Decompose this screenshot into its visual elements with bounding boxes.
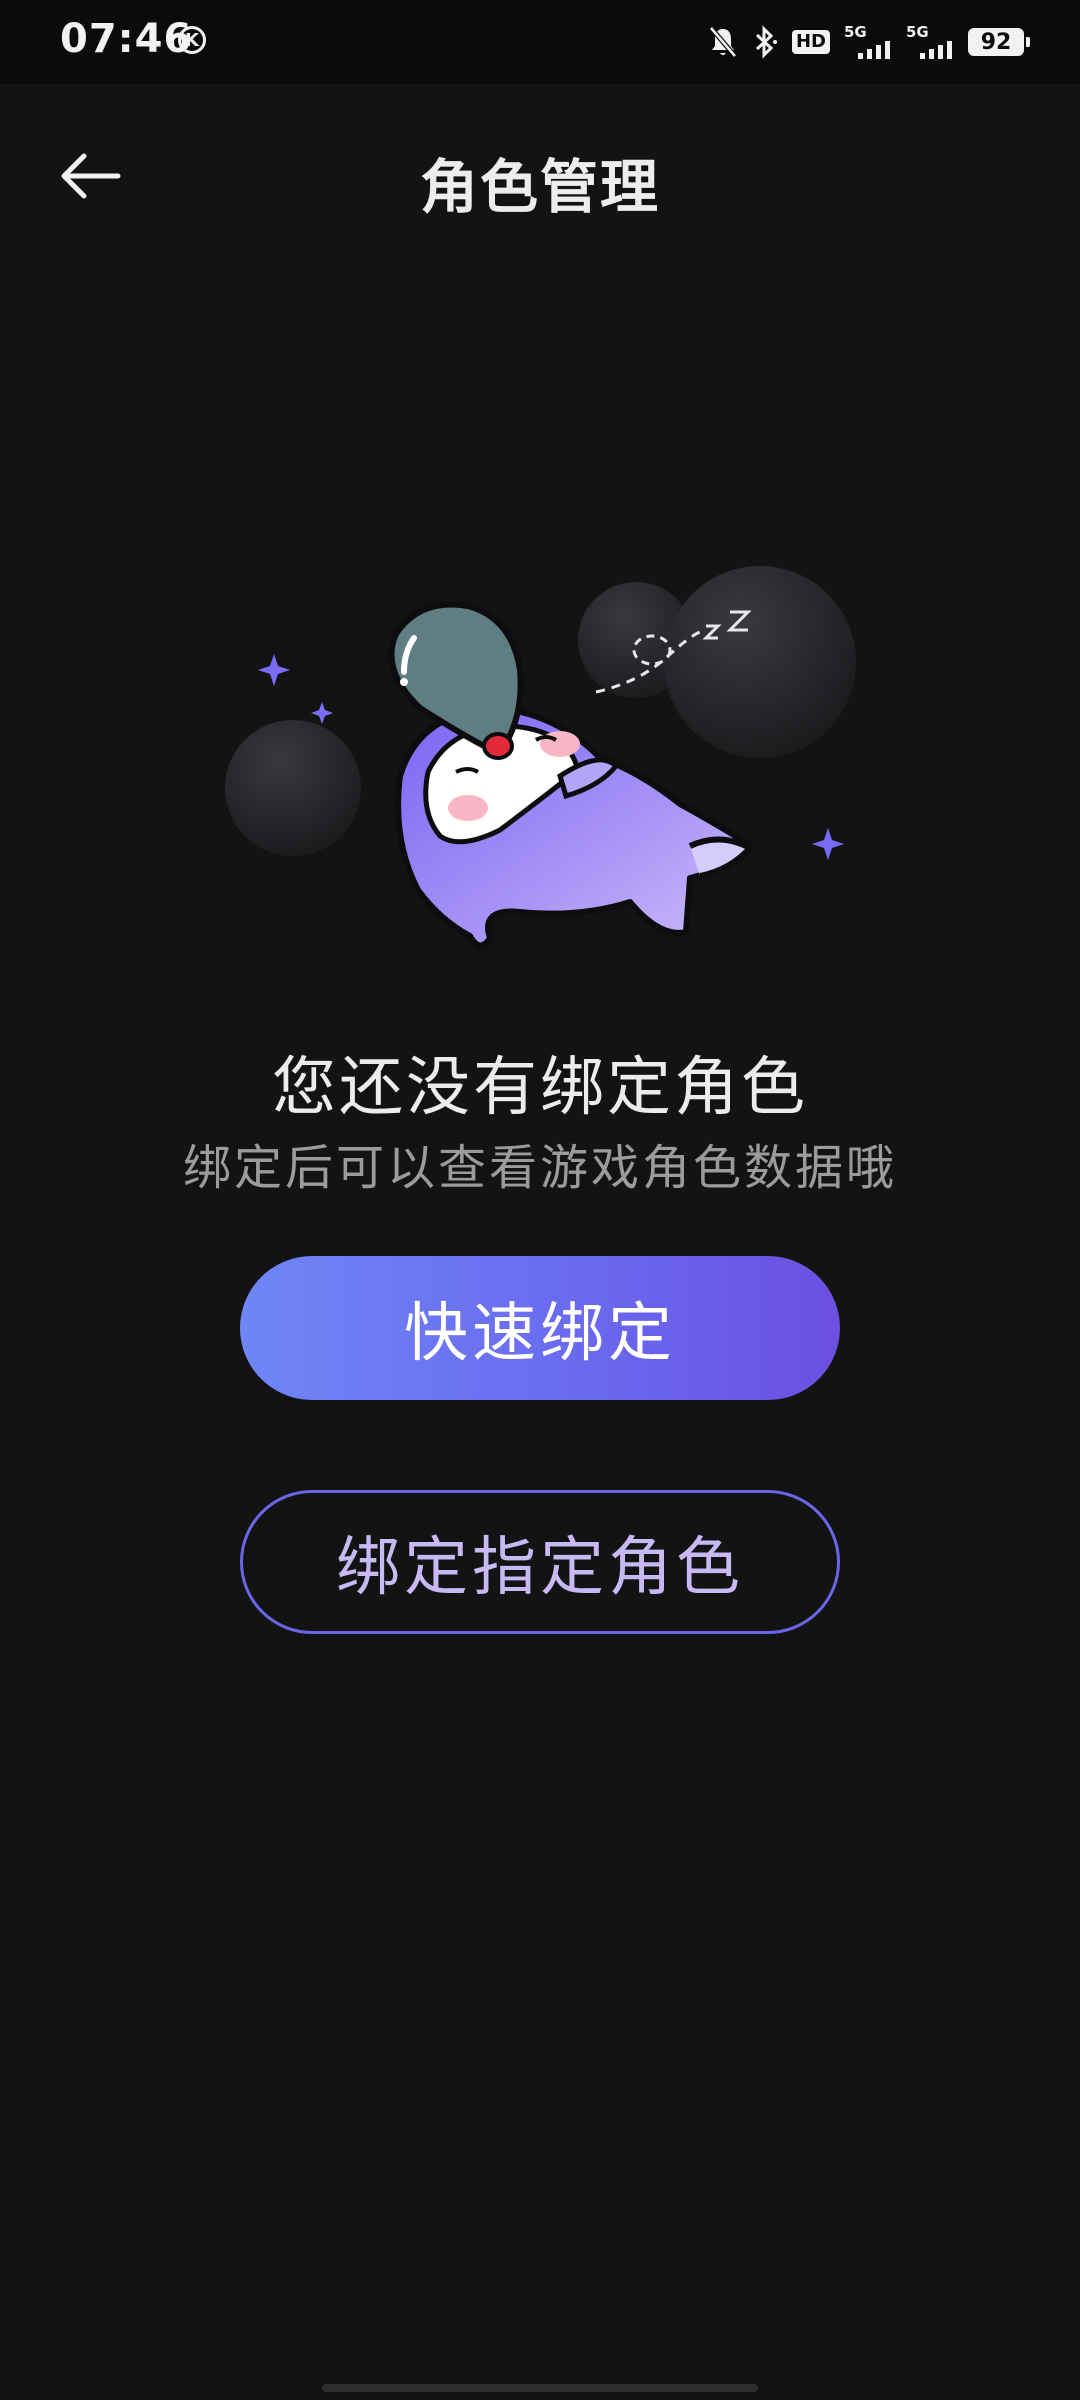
planet-left <box>225 720 361 856</box>
sparkle-icon <box>258 654 290 686</box>
status-bar: 07:46 K HD 5G 5G 92 <box>0 0 1080 84</box>
signal-5g-icon: 5G <box>906 23 954 61</box>
quick-bind-button[interactable]: 快速绑定 <box>240 1256 840 1400</box>
bluetooth-icon <box>755 25 777 59</box>
battery-icon: 92 <box>968 28 1030 56</box>
empty-state-title: 您还没有绑定角色 <box>272 1051 808 1125</box>
sparkle-icon <box>311 702 333 724</box>
planet-right-large <box>664 566 856 758</box>
k-badge-icon: K <box>178 26 206 54</box>
empty-state-subtitle: 绑定后可以查看游戏角色数据哦 <box>182 1140 897 1196</box>
sleeping-mascot-illustration <box>225 566 856 949</box>
page-title: 角色管理 <box>419 153 660 221</box>
hd-voice-icon: HD <box>791 30 830 54</box>
signal-label: 5G <box>906 23 929 41</box>
status-time: 07:46 <box>60 16 193 62</box>
signal-label: 5G <box>844 23 867 41</box>
status-icons: HD 5G 5G 92 <box>708 22 1030 62</box>
mute-bell-icon <box>709 26 737 58</box>
sparkle-icon <box>812 828 844 860</box>
home-indicator[interactable] <box>322 2384 758 2392</box>
signal-5g-icon: 5G <box>844 23 892 61</box>
bind-specific-role-button[interactable]: 绑定指定角色 <box>240 1490 840 1634</box>
